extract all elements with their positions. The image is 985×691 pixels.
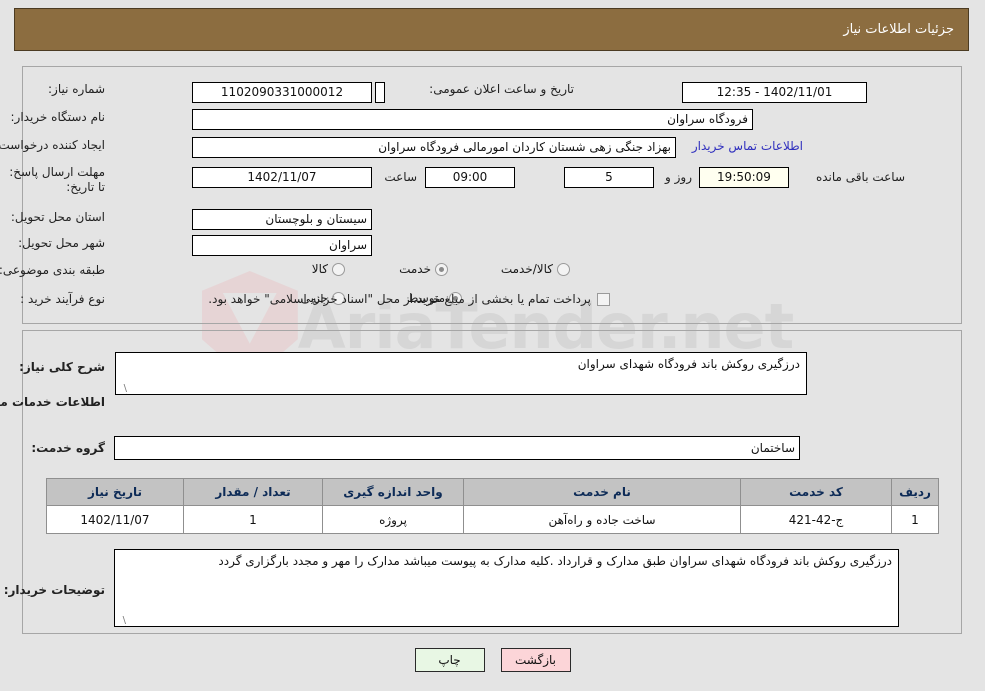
footer-buttons: بازگشت چاپ: [0, 648, 985, 672]
back-button[interactable]: بازگشت: [500, 648, 571, 672]
category-option-label-kala: کالا: [311, 262, 328, 276]
need-number-label-wrap: شماره نیاز:: [48, 82, 105, 96]
col-quantity: تعداد / مقدار: [183, 478, 323, 506]
need-number-value: 1102090331000012: [192, 82, 372, 103]
remaining-time-value: 19:50:09: [699, 167, 789, 188]
table-row: 1 ج-42-421 ساخت جاده و راه‌آهن پروژه 1 1…: [46, 505, 939, 534]
cell-row-no: 1: [891, 505, 939, 534]
cell-service-name: ساخت جاده و راه‌آهن: [463, 505, 741, 534]
col-unit: واحد اندازه گیری: [322, 478, 464, 506]
category-radio-kala-khedmat[interactable]: [557, 262, 570, 276]
page-header: جزئیات اطلاعات نیاز: [14, 8, 969, 51]
col-need-date: تاریخ نیاز: [46, 478, 184, 506]
province-label-wrap: استان محل تحویل:: [11, 210, 105, 224]
category-label: طبقه بندی موضوعی:: [0, 263, 105, 277]
summary-panel: [22, 66, 962, 324]
remaining-days-value: 5: [564, 167, 654, 188]
creator-value: بهزاد جنگی زهی شستان کاردان امورمالی فرو…: [192, 137, 676, 158]
city-value: سراوان: [192, 235, 372, 256]
category-option-kala-khedmat[interactable]: کالا/خدمت: [499, 262, 570, 276]
announce-datetime-label-wrap: تاریخ و ساعت اعلان عمومی:: [429, 82, 574, 96]
announce-datetime-value: 1402/11/01 - 12:35: [682, 82, 867, 103]
buyer-notes-label: توضیحات خریدار:: [3, 583, 105, 597]
buyer-org-label-wrap: نام دستگاه خریدار:: [11, 110, 106, 124]
cell-quantity: 1: [183, 505, 323, 534]
buyer-org-value: فرودگاه سراوان: [192, 109, 753, 130]
deadline-date-value: 1402/11/07: [192, 167, 372, 188]
deadline-label-wrap: مهلت ارسال پاسخ: تا تاریخ:: [5, 165, 105, 195]
table-header-row: ردیف کد خدمت نام خدمت واحد اندازه گیری ت…: [46, 478, 939, 506]
services-table: ردیف کد خدمت نام خدمت واحد اندازه گیری ت…: [46, 478, 939, 534]
announce-datetime-label: تاریخ و ساعت اعلان عمومی:: [429, 82, 574, 96]
category-option-label-khedmat: خدمت: [399, 262, 431, 276]
need-summary-value: درزگیری روکش باند فرودگاه شهدای سراوان: [577, 357, 800, 371]
deadline-hour-label: ساعت: [384, 170, 417, 184]
creator-label-wrap: ایجاد کننده درخواست:: [0, 138, 105, 152]
city-label-wrap: شهر محل تحویل:: [18, 236, 105, 250]
treasury-note-wrap[interactable]: پرداخت تمام یا بخشی از مبلغ خرید،از محل …: [208, 292, 610, 306]
service-group-value: ساختمان: [114, 436, 800, 460]
remaining-days-label: روز و: [665, 170, 692, 184]
resize-grip-icon[interactable]: ◢: [118, 384, 127, 395]
creator-label: ایجاد کننده درخواست:: [0, 138, 105, 152]
category-radio-khedmat[interactable]: [435, 262, 448, 276]
cell-need-date: 1402/11/07: [46, 505, 184, 534]
need-number-label: شماره نیاز:: [48, 82, 105, 96]
category-label-wrap: طبقه بندی موضوعی:: [0, 263, 105, 277]
buyer-notes-value: درزگیری روکش باند فرودگاه شهدای سراوان ط…: [218, 554, 892, 568]
category-option-khedmat[interactable]: خدمت: [397, 262, 448, 276]
cell-unit: پروژه: [322, 505, 464, 534]
process-label: نوع فرآیند خرید :: [20, 292, 105, 306]
col-service-name: نام خدمت: [463, 478, 741, 506]
category-option-label-kala-khedmat: کالا/خدمت: [500, 262, 553, 276]
category-radio-kala[interactable]: [332, 262, 345, 276]
buyer-notes-textarea[interactable]: درزگیری روکش باند فرودگاه شهدای سراوان ط…: [114, 549, 899, 627]
print-button[interactable]: چاپ: [414, 648, 485, 672]
resize-grip-icon-notes[interactable]: ◢: [117, 616, 126, 627]
deadline-hour-value: 09:00: [425, 167, 515, 188]
col-service-code: کد خدمت: [740, 478, 892, 506]
service-group-label: گروه خدمت:: [31, 441, 105, 455]
category-option-kala[interactable]: کالا: [310, 262, 345, 276]
treasury-note-text: پرداخت تمام یا بخشی از مبلغ خرید،از محل …: [208, 292, 591, 306]
need-summary-textarea[interactable]: درزگیری روکش باند فرودگاه شهدای سراوان ◢: [115, 352, 807, 395]
treasury-checkbox[interactable]: [597, 292, 610, 306]
cell-service-code: ج-42-421: [740, 505, 892, 534]
need-summary-label: شرح کلی نیاز:: [19, 360, 105, 374]
page-title: جزئیات اطلاعات نیاز: [843, 22, 954, 37]
services-heading: اطلاعات خدمات مورد نیاز: [0, 395, 105, 409]
city-label: شهر محل تحویل:: [18, 236, 105, 250]
col-row-no: ردیف: [891, 478, 939, 506]
deadline-label: مهلت ارسال پاسخ: تا تاریخ:: [9, 165, 105, 194]
process-label-wrap: نوع فرآیند خرید :: [20, 292, 105, 306]
buyer-org-label: نام دستگاه خریدار:: [10, 110, 106, 124]
buyer-contact-link[interactable]: اطلاعات تماس خریدار: [692, 139, 803, 153]
remaining-time-label: ساعت باقی مانده: [815, 170, 905, 184]
province-value: سیستان و بلوچستان: [192, 209, 372, 230]
province-label: استان محل تحویل:: [10, 210, 105, 224]
